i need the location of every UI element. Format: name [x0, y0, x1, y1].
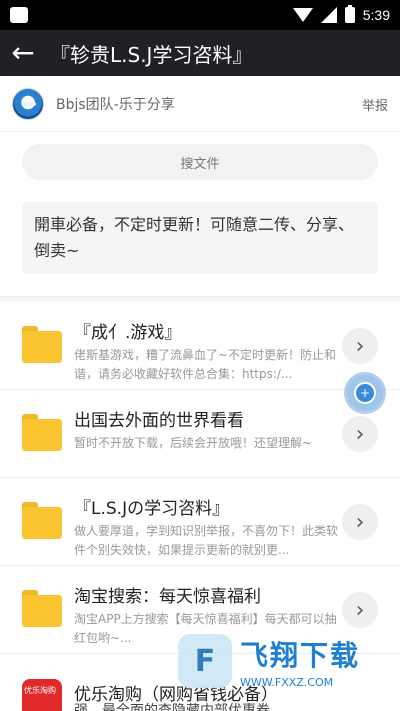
- battery-icon: [344, 5, 355, 23]
- watermark-url: WWW.FXXZ.COM: [240, 675, 334, 689]
- file-item[interactable]: 『L.S.Jの学习咨料』 做人要厚道，学到知识别举报，不喜勿下！此类软件个别失效…: [0, 478, 400, 566]
- app-icon: 优乐淘购: [22, 679, 62, 711]
- signal-icon: [320, 7, 337, 23]
- group-avatar[interactable]: [12, 87, 44, 120]
- file-item[interactable]: 出国去外面的世界看看 暂时不开放下载，后续会开放哦！还望理解~ ›: [0, 390, 400, 478]
- watermark-title: 飞翔下载: [240, 638, 361, 672]
- file-desc: 佬斯基游戏，糟了流鼻血了~不定时更新！防止和谐，请务必收藏好软件总合集：http…: [74, 348, 337, 381]
- status-time: 5:39: [362, 7, 390, 23]
- chevron-right-icon: ›: [355, 421, 365, 447]
- group-name[interactable]: Bbjs团队-乐于分享: [56, 94, 175, 114]
- chevron-right-icon: ›: [355, 333, 365, 359]
- arrow-left-icon: ←: [11, 36, 35, 69]
- notification-icon: [10, 7, 28, 23]
- floating-action-button[interactable]: +: [347, 375, 383, 411]
- watermark-text: 飞翔下载 WWW.FXXZ.COM: [240, 634, 360, 689]
- open-folder-button[interactable]: ›: [342, 592, 378, 628]
- status-bar: 5:39: [0, 0, 400, 30]
- open-folder-button[interactable]: ›: [342, 416, 378, 452]
- chevron-right-icon: ›: [355, 509, 365, 535]
- file-desc: 强、最全面的查隐藏内部优惠券: [74, 703, 270, 711]
- folder-icon: [22, 502, 62, 540]
- file-title: 出国去外面的世界看看: [74, 411, 244, 431]
- file-item[interactable]: 『成亻.游戏』 佬斯基游戏，糟了流鼻血了~不定时更新！防止和谐，请务必收藏好软件…: [0, 302, 400, 390]
- file-list: 『成亻.游戏』 佬斯基游戏，糟了流鼻血了~不定时更新！防止和谐，请务必收藏好软件…: [0, 302, 400, 654]
- status-icons: 5:39: [292, 5, 390, 25]
- folder-icon: [22, 590, 62, 628]
- app-icon-label: 优乐淘购: [24, 686, 56, 695]
- plus-icon: +: [354, 382, 376, 404]
- file-title: 淘宝搜索：每天惊喜福利: [74, 587, 261, 607]
- report-link[interactable]: 举报: [362, 95, 388, 114]
- app-bar: ← 『轸贵L.S.J学习咨料』: [0, 30, 400, 76]
- search-input[interactable]: 搜文件: [22, 144, 378, 180]
- open-folder-button[interactable]: ›: [342, 504, 378, 540]
- group-description: 開車必备，不定时更新！可随意二传、分享、倒卖~: [22, 202, 378, 274]
- file-title: 『L.S.Jの学习咨料』: [74, 499, 230, 519]
- watermark: F 飞翔下载 WWW.FXXZ.COM: [178, 628, 393, 694]
- wifi-icon: [292, 8, 313, 22]
- page-title: 『轸贵L.S.J学习咨料』: [50, 42, 253, 67]
- folder-icon: [22, 326, 62, 364]
- folder-icon: [22, 414, 62, 452]
- group-header: Bbjs团队-乐于分享 举报: [0, 76, 400, 132]
- file-desc: 暂时不开放下载，后续会开放哦！还望理解~: [74, 436, 313, 450]
- file-title: 『成亻.游戏』: [74, 323, 182, 343]
- file-desc: 做人要厚道，学到知识别举报，不喜勿下！此类软件个别失效快，如果提示更新的就别更.…: [74, 524, 339, 557]
- open-folder-button[interactable]: ›: [342, 328, 378, 364]
- chevron-right-icon: ›: [355, 597, 365, 623]
- description-text: 開車必备，不定时更新！可随意二传、分享、倒卖~: [34, 215, 355, 260]
- search-placeholder: 搜文件: [180, 156, 220, 172]
- watermark-logo: F: [178, 634, 232, 688]
- back-button[interactable]: ←: [0, 30, 46, 76]
